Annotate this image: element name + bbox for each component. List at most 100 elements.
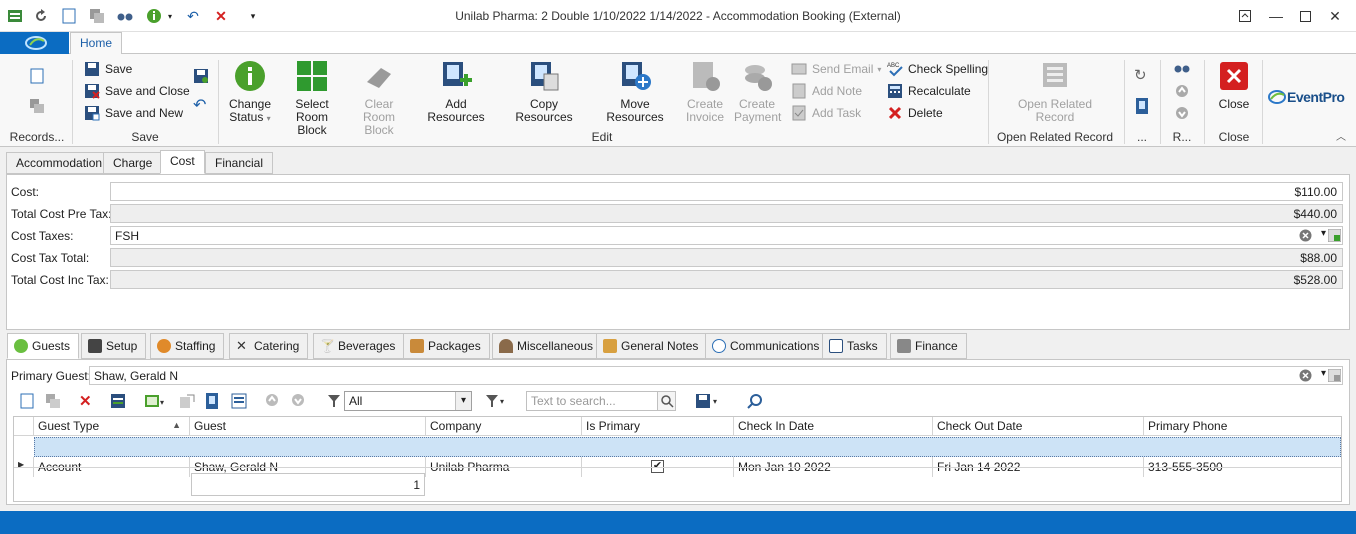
speech-bubble-icon — [712, 339, 726, 353]
lookup-icon[interactable] — [1327, 228, 1342, 245]
save-and-new-button[interactable]: Save and New — [84, 103, 183, 123]
copy-resources-button[interactable]: Copy Resources — [502, 58, 586, 124]
bookmark-icon[interactable] — [1136, 98, 1148, 117]
cutlery-icon: ✕ — [236, 338, 247, 353]
tab-catering[interactable]: ✕ Catering — [229, 333, 309, 359]
cost-taxes-field[interactable]: FSH ▾ — [110, 226, 1343, 245]
table-row[interactable]: ▶ Account Shaw, Gerald N Unilab Pharma ✔… — [14, 437, 1341, 477]
column-header-check-in-date[interactable]: Check In Date — [734, 417, 933, 436]
move-down-icon[interactable] — [291, 393, 305, 410]
tab-tasks[interactable]: Tasks — [822, 333, 887, 359]
move-up-icon[interactable] — [265, 393, 279, 410]
column-header-company[interactable]: Company — [426, 417, 582, 436]
ribbon-display-icon[interactable] — [1231, 4, 1259, 28]
tab-general-notes[interactable]: General Notes — [596, 333, 708, 359]
copy-row-icon[interactable] — [45, 393, 61, 412]
tab-staffing[interactable]: Staffing — [150, 333, 225, 359]
move-up-icon[interactable] — [1175, 84, 1189, 101]
detail-view-icon[interactable] — [231, 393, 247, 412]
change-status-button[interactable]: Change Status ▾ — [223, 58, 277, 125]
tab-accommodation[interactable]: Accommodation — [6, 152, 113, 174]
advanced-filter-icon[interactable]: ▾ — [485, 393, 509, 412]
add-resources-button[interactable]: Add Resources — [417, 58, 495, 124]
add-task-button[interactable]: Add Task — [791, 103, 861, 123]
tab-miscellaneous[interactable]: Miscellaneous — [492, 333, 603, 359]
collapse-ribbon-icon[interactable]: ︿ — [1336, 128, 1346, 143]
tab-charge[interactable]: Charge — [103, 152, 163, 174]
filter-icon[interactable] — [327, 393, 341, 412]
delete-button[interactable]: Delete — [887, 103, 943, 123]
new-record-icon[interactable] — [30, 68, 44, 87]
save-layout-icon[interactable]: ▾ — [695, 393, 721, 412]
edit-row-icon[interactable] — [110, 393, 126, 412]
move-resources-button[interactable]: Move Resources — [593, 58, 677, 124]
reload-icon[interactable]: ↻ — [1134, 66, 1147, 84]
column-header-check-out-date[interactable]: Check Out Date — [933, 417, 1144, 436]
search-input[interactable]: Text to search... — [526, 391, 676, 411]
create-payment-button[interactable]: Create Payment — [734, 58, 781, 124]
check-spelling-button[interactable]: ABC Check Spelling — [887, 59, 988, 79]
tab-financial[interactable]: Financial — [205, 152, 274, 174]
notes-icon — [603, 339, 617, 353]
close-button[interactable]: Close — [1212, 58, 1256, 111]
window-title: Unilab Pharma: 2 Double 1/10/2022 1/14/2… — [455, 9, 901, 23]
guest-icon — [14, 339, 28, 353]
move-down-icon[interactable] — [1175, 106, 1189, 123]
undo-changes-icon[interactable]: ↶ — [193, 95, 206, 115]
column-header-primary-phone[interactable]: Primary Phone — [1144, 417, 1341, 436]
send-email-button[interactable]: Send Email ▾ — [791, 59, 881, 79]
tab-setup[interactable]: Setup — [81, 333, 147, 359]
calculator-icon — [897, 339, 911, 353]
select-room-block-button[interactable]: Select Room Block — [282, 58, 342, 137]
clear-room-block-button[interactable]: Clear Room Block — [347, 58, 411, 137]
add-resources-icon — [440, 60, 472, 92]
tab-communications[interactable]: Communications — [705, 333, 829, 359]
chevron-down-icon[interactable]: ▾ — [1321, 228, 1326, 239]
export-icon[interactable] — [179, 393, 195, 412]
chevron-down-icon[interactable]: ▾ — [1321, 368, 1326, 379]
bookmark-icon[interactable] — [206, 393, 218, 412]
save-button[interactable]: Save — [84, 59, 132, 79]
open-related-record-button[interactable]: Open Related Record — [1006, 58, 1104, 124]
clear-icon[interactable] — [1299, 369, 1312, 385]
find-icon[interactable] — [747, 393, 763, 412]
cost-tax-total-label: Cost Tax Total: — [11, 251, 90, 265]
calculator-icon — [887, 83, 903, 99]
tab-guests[interactable]: Guests — [7, 333, 80, 359]
tab-beverages[interactable]: 🍸 Beverages — [313, 333, 405, 359]
search-binoculars-icon[interactable] — [1174, 62, 1190, 77]
filter-select[interactable]: All ▾ — [344, 391, 472, 411]
cost-field[interactable]: $110.00 — [110, 182, 1343, 201]
svg-text:▾: ▾ — [713, 397, 717, 406]
save-and-close-button[interactable]: Save and Close — [84, 81, 190, 101]
search-icon[interactable] — [657, 392, 675, 410]
close-window-icon[interactable]: ✕ — [1321, 4, 1349, 28]
column-header-guest-type[interactable]: Guest Type ▲ — [34, 417, 190, 436]
save-all-icon[interactable] — [193, 68, 209, 87]
recalculate-button[interactable]: Recalculate — [887, 81, 971, 101]
application-menu-tab[interactable] — [0, 32, 69, 54]
lookup-icon[interactable] — [1327, 368, 1342, 385]
add-note-button[interactable]: Add Note — [791, 81, 862, 101]
columns-icon[interactable]: ▾ — [144, 393, 166, 412]
create-invoice-button[interactable]: Create Invoice — [682, 58, 728, 124]
column-header-is-primary[interactable]: Is Primary — [582, 417, 734, 436]
column-header-guest[interactable]: Guest — [190, 417, 426, 436]
maximize-icon[interactable] — [1291, 4, 1319, 28]
copy-record-icon[interactable] — [29, 98, 45, 117]
tab-finance[interactable]: Finance — [890, 333, 967, 359]
copy-resources-icon — [528, 60, 560, 92]
group-label-more: ... — [1136, 130, 1147, 144]
tab-cost[interactable]: Cost — [160, 150, 205, 174]
new-row-icon[interactable] — [20, 393, 34, 412]
cost-taxes-label: Cost Taxes: — [11, 229, 74, 243]
chevron-down-icon[interactable]: ▾ — [455, 392, 471, 410]
ribbon: Records... Save Save and Close Save and … — [0, 54, 1356, 147]
primary-guest-field[interactable]: Shaw, Gerald N ▾ — [89, 366, 1343, 385]
tab-packages[interactable]: Packages — [403, 333, 490, 359]
tab-home[interactable]: Home — [70, 32, 122, 55]
delete-row-icon[interactable]: ✕ — [79, 392, 92, 410]
clear-icon[interactable] — [1299, 229, 1312, 245]
minimize-icon[interactable]: — — [1262, 4, 1290, 28]
guests-panel: Primary Guest: Shaw, Gerald N ▾ ✕ ▾ All … — [6, 359, 1350, 505]
